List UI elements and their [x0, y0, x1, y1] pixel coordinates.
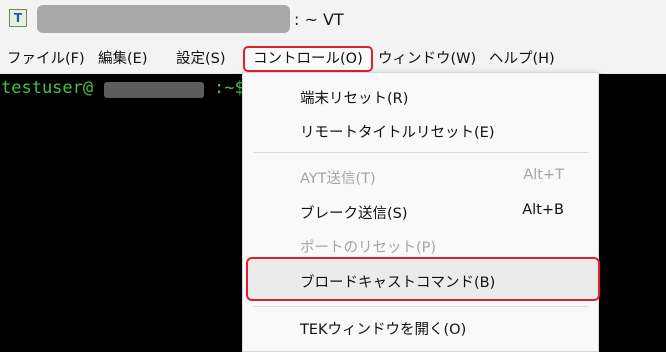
- app-icon: T: [9, 9, 27, 27]
- menu-control[interactable]: コントロール(O): [243, 46, 373, 72]
- menu-help[interactable]: ヘルプ(H): [487, 46, 557, 72]
- menu-item-label: リモートタイトルリセット(E): [300, 125, 495, 141]
- redacted-hostname: [104, 82, 204, 98]
- menu-separator: [253, 152, 588, 153]
- menu-item-label: ポートのリセット(P): [300, 240, 437, 256]
- menu-item-label: TEKウィンドウを開く(O): [300, 322, 467, 338]
- menu-item-open-tek-window[interactable]: TEKウィンドウを開く(O): [251, 310, 592, 344]
- menu-file[interactable]: ファイル(F): [5, 46, 87, 72]
- menu-setup[interactable]: 設定(S): [174, 46, 228, 72]
- menu-bar: ファイル(F) 編集(E) 設定(S) コントロール(O) ウィンドウ(W) ヘ…: [0, 44, 666, 74]
- redacted-title: [37, 5, 290, 33]
- menu-item-shortcut: Alt+T: [523, 167, 564, 183]
- menu-item-send-break[interactable]: ブレーク送信(S) Alt+B: [251, 194, 592, 228]
- menu-item-reset-remote-title[interactable]: リモートタイトルリセット(E): [251, 113, 592, 147]
- window-title: : ~ VT: [294, 10, 344, 29]
- menu-edit[interactable]: 編集(E): [96, 46, 149, 72]
- menu-item-label: 端末リセット(R): [300, 91, 409, 107]
- menu-item-label: ブロードキャストコマンド(B): [300, 275, 496, 291]
- menu-item-broadcast-command[interactable]: ブロードキャストコマンド(B): [246, 257, 600, 301]
- menu-item-label: ブレーク送信(S): [300, 206, 408, 222]
- menu-item-send-ayt: AYT送信(T) Alt+T: [251, 159, 592, 193]
- prompt-user: testuser@: [1, 78, 94, 98]
- title-bar: T : ~ VT: [0, 0, 666, 44]
- menu-item-label: AYT送信(T): [300, 171, 376, 187]
- menu-item-reset-terminal[interactable]: 端末リセット(R): [251, 79, 592, 113]
- menu-separator: [253, 306, 588, 307]
- control-menu-dropdown: 端末リセット(R) リモートタイトルリセット(E) AYT送信(T) Alt+T…: [242, 72, 600, 352]
- menu-item-shortcut: Alt+B: [522, 202, 564, 218]
- prompt-path: :~$: [214, 78, 245, 98]
- menu-window[interactable]: ウィンドウ(W): [376, 46, 478, 72]
